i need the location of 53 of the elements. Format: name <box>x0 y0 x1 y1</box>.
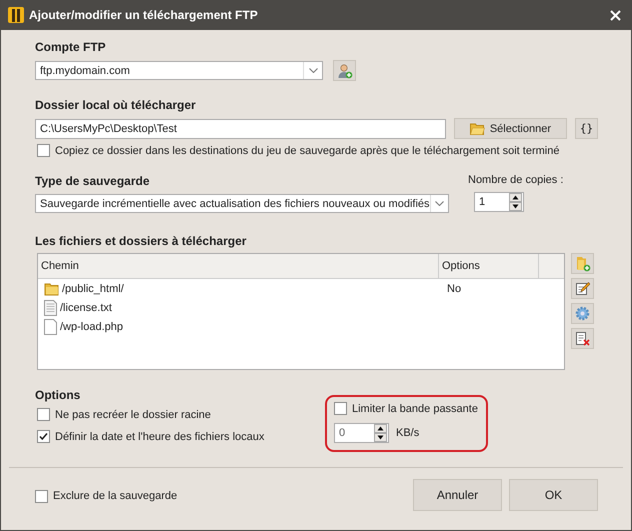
file-path: /public_html/ <box>62 282 124 294</box>
section-heading: Options <box>35 388 82 402</box>
checkbox-label[interactable]: Ne pas recréer le dossier racine <box>55 408 211 420</box>
select-folder-button[interactable]: Sélectionner <box>454 118 568 139</box>
file-row[interactable]: /public_html/ No <box>38 279 564 298</box>
column-header[interactable]: Options <box>439 254 539 278</box>
close-icon[interactable] <box>610 10 621 20</box>
spin-down-icon[interactable] <box>374 433 387 442</box>
bandwidth-spinner[interactable]: 0 <box>334 423 389 443</box>
checkbox-label[interactable]: Copiez ce dossier dans les destinations du jeu de sauvegarde après que le téléchargement soit terminé <box>55 144 560 156</box>
file-icon <box>44 318 57 334</box>
delete-file-icon <box>575 331 590 346</box>
dialog-button[interactable]: OK <box>509 479 598 511</box>
checkbox[interactable] <box>334 402 347 415</box>
file-row[interactable]: /wp-load.php <box>38 317 564 336</box>
section-heading: Compte FTP <box>35 40 107 54</box>
checkbox[interactable] <box>37 144 50 157</box>
text-file-icon <box>44 300 57 316</box>
column-header[interactable]: Chemin <box>38 254 439 278</box>
folder-path-field[interactable]: C:\UsersMyPc\Desktop\Test <box>35 118 446 138</box>
spin-up-icon[interactable] <box>509 193 522 202</box>
section-heading: Dossier local où télécharger <box>35 98 197 112</box>
checkbox[interactable] <box>37 430 50 443</box>
folder-icon <box>470 122 485 134</box>
remove-button[interactable] <box>571 328 594 349</box>
copies-spinner[interactable]: 1 <box>474 192 524 212</box>
checkbox-label[interactable]: Exclure de la sauvegarde <box>53 490 178 502</box>
copies-label: Nombre de copies : <box>468 174 564 186</box>
file-path: /license.txt <box>60 302 112 314</box>
section-heading: Type de sauvegarde <box>35 174 150 188</box>
folder-icon <box>44 281 59 296</box>
settings-icon <box>575 306 590 321</box>
add-folder-icon <box>574 256 590 272</box>
section-heading: Les fichiers et dossiers à télécharger <box>35 234 248 248</box>
unit-label: KB/s <box>396 427 420 439</box>
checkbox-label[interactable]: Limiter la bande passante <box>352 402 478 414</box>
app-logo-icon <box>8 7 24 23</box>
ftp-account-dropdown[interactable]: ftp.mydomain.com <box>35 61 323 80</box>
variables-button[interactable]: {} <box>575 118 598 139</box>
checkbox[interactable] <box>35 490 48 502</box>
checkbox-label[interactable]: Définir la date et l'heure des fichiers locaux <box>55 430 264 442</box>
option-value: No <box>447 282 462 294</box>
add-user-icon <box>336 62 352 78</box>
edit-button[interactable] <box>571 278 594 299</box>
edit-icon <box>575 281 590 296</box>
file-row[interactable]: /license.txt <box>38 298 564 317</box>
file-path: /wp-load.php <box>60 320 123 332</box>
backup-type-dropdown[interactable]: Sauvegarde incrémentielle avec actualisation des fichiers nouveaux ou modifiés <box>35 194 449 213</box>
window-title: Ajouter/modifier un téléchargement FTP <box>29 8 259 22</box>
checkbox[interactable] <box>37 408 50 421</box>
dialog-button[interactable]: Annuler <box>413 479 502 511</box>
spin-down-icon[interactable] <box>509 202 522 211</box>
spin-up-icon[interactable] <box>374 424 387 433</box>
